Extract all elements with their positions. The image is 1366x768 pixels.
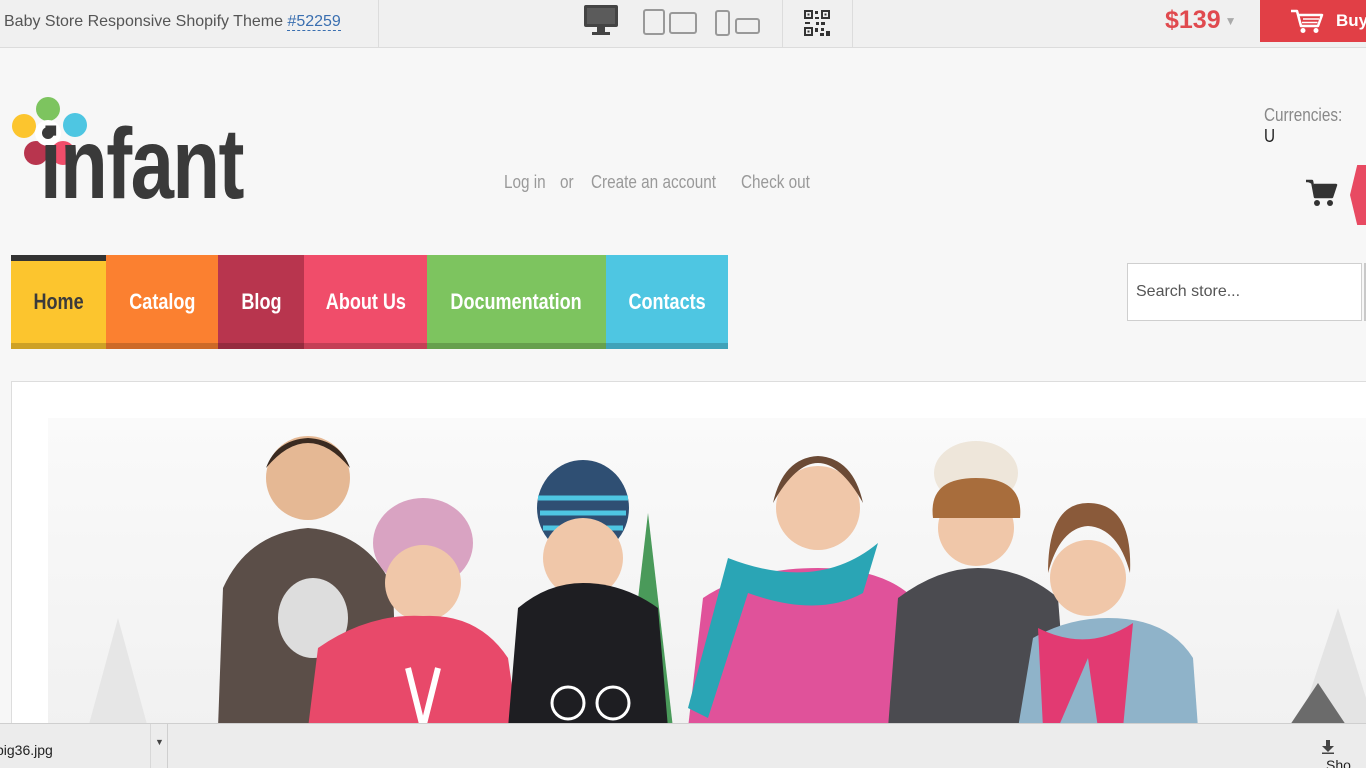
buy-label: Buy bbox=[1336, 11, 1366, 30]
buy-button[interactable]: Buy bbox=[1260, 0, 1366, 42]
theme-title: Baby Store Responsive Shopify Theme #522… bbox=[4, 13, 341, 31]
nav-item-label: Blog bbox=[240, 289, 282, 314]
downloads-bar: pig36.jpg ▼ Sho bbox=[0, 723, 1366, 768]
nav-item-documentation[interactable]: Documentation bbox=[427, 255, 606, 349]
hero-banner-image[interactable] bbox=[48, 418, 1366, 728]
divider bbox=[378, 0, 379, 48]
nav-item-label: Documentation bbox=[450, 289, 583, 314]
nav-item-about-us[interactable]: About Us bbox=[304, 255, 427, 349]
preview-bar: Baby Store Responsive Shopify Theme #522… bbox=[0, 0, 1366, 48]
nav-item-blog[interactable]: Blog bbox=[218, 255, 304, 349]
main-navigation: Home Catalog Blog About Us Documentation… bbox=[11, 255, 728, 349]
nav-item-contacts[interactable]: Contacts bbox=[606, 255, 728, 349]
phone-icon[interactable] bbox=[715, 10, 761, 41]
checkout-link[interactable]: Check out bbox=[741, 172, 810, 193]
divider bbox=[852, 0, 853, 48]
theme-title-text: Baby Store Responsive Shopify Theme bbox=[4, 13, 288, 30]
login-link[interactable]: Log in bbox=[504, 172, 546, 193]
nav-item-label: Home bbox=[33, 289, 84, 314]
currencies-value: U bbox=[1264, 126, 1276, 146]
price-value: $139 bbox=[1165, 6, 1221, 34]
nav-item-home[interactable]: Home bbox=[11, 255, 106, 349]
cart-icon[interactable] bbox=[1305, 178, 1339, 213]
tablet-icon[interactable] bbox=[643, 9, 697, 40]
desktop-icon[interactable] bbox=[583, 4, 619, 41]
store-logo[interactable]: infant bbox=[10, 96, 260, 226]
search-input[interactable] bbox=[1127, 263, 1362, 321]
theme-id-link[interactable]: #52259 bbox=[287, 13, 341, 31]
nav-item-label: Contacts bbox=[628, 289, 706, 314]
price-dropdown[interactable]: $139 ▼ bbox=[1165, 6, 1237, 35]
currency-selector[interactable]: Currencies: U bbox=[1264, 105, 1351, 147]
chevron-down-icon[interactable]: ▼ bbox=[150, 724, 168, 768]
download-file-name: pig36.jpg bbox=[0, 742, 53, 758]
chevron-down-icon: ▼ bbox=[1224, 14, 1237, 29]
kids-photo bbox=[88, 436, 1366, 728]
nav-item-catalog[interactable]: Catalog bbox=[106, 255, 218, 349]
shopping-cart-icon bbox=[1290, 8, 1324, 39]
show-all-label: Sho bbox=[1326, 757, 1351, 768]
download-item[interactable]: pig36.jpg ▼ bbox=[0, 724, 168, 768]
logo-wordmark: infant bbox=[40, 108, 244, 220]
download-arrow-icon bbox=[1322, 740, 1334, 757]
or-text: or bbox=[560, 172, 574, 192]
qr-code-icon[interactable] bbox=[804, 10, 830, 41]
nav-item-label: Catalog bbox=[128, 289, 196, 314]
show-all-downloads-link[interactable]: Sho bbox=[1322, 740, 1366, 768]
nav-item-label: About Us bbox=[325, 289, 406, 314]
cart-toggle-tab[interactable] bbox=[1350, 165, 1366, 225]
divider bbox=[782, 0, 783, 48]
create-account-link[interactable]: Create an account bbox=[591, 172, 716, 193]
currencies-label: Currencies: bbox=[1264, 105, 1343, 125]
